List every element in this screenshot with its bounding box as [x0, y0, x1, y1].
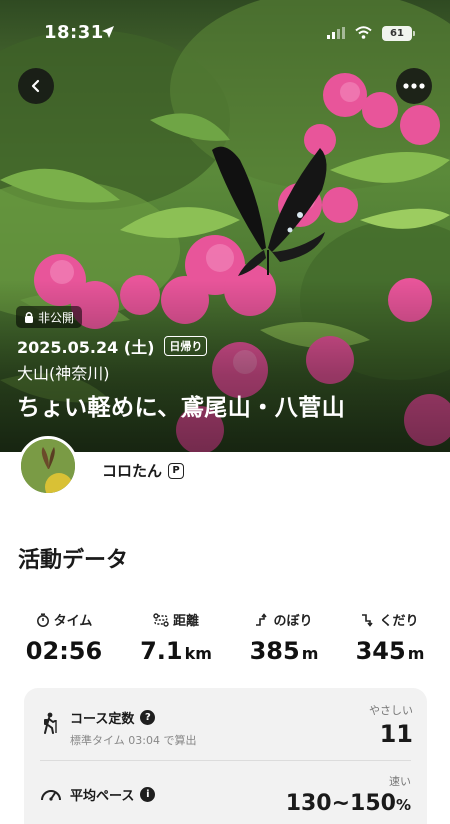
average-pace-value: 130~150	[285, 791, 396, 816]
avatar[interactable]	[18, 436, 78, 496]
average-pace-title: 平均ペース	[70, 789, 135, 804]
course-constant-value: 11	[379, 720, 413, 748]
wifi-icon	[355, 24, 372, 43]
hero-photo	[0, 0, 450, 452]
stat-value: 7.1	[140, 637, 183, 665]
status-bar: 18:31 61	[0, 0, 450, 66]
avatar-image	[21, 439, 75, 493]
stat-unit: m	[407, 644, 425, 663]
lock-icon	[25, 312, 33, 323]
section-title: 活動データ	[18, 548, 129, 573]
average-pace-row[interactable]: 平均ペース i 速い 130~150%	[40, 760, 411, 824]
stat-ascent: のぼり 385 m	[234, 610, 334, 665]
stopwatch-icon	[36, 612, 49, 627]
help-icon[interactable]: ?	[140, 710, 156, 725]
stat-label: くだり	[379, 614, 419, 629]
route-icon	[153, 612, 169, 627]
private-label: 非公開	[38, 310, 75, 325]
stat-unit: m	[301, 644, 319, 663]
stat-value: 385	[249, 637, 300, 665]
more-options-button[interactable]	[396, 68, 432, 104]
activity-date: 2025.05.24 (土)	[17, 338, 155, 357]
activity-title: ちょい軽めに、鳶尾山・八菅山	[17, 395, 346, 421]
pace-rating: 速い	[389, 775, 411, 788]
status-time: 18:31	[44, 22, 104, 43]
average-pace-unit: %	[395, 796, 411, 814]
stat-value: 02:56	[25, 637, 103, 665]
user-name: コロたん	[102, 462, 163, 480]
activity-date-row: 2025.05.24 (土) 日帰り	[17, 334, 208, 358]
user-name-row[interactable]: コロたん P	[102, 460, 185, 481]
location-arrow-icon	[101, 24, 115, 43]
back-button[interactable]	[18, 68, 54, 104]
ascent-icon	[256, 612, 268, 626]
stat-value: 345	[355, 637, 406, 665]
mountain-area[interactable]: 大山(神奈川)	[17, 360, 110, 384]
private-badge: 非公開	[16, 306, 83, 328]
stat-descent: くだり 345 m	[340, 610, 440, 665]
speedometer-icon	[40, 785, 62, 807]
more-dots-icon	[403, 83, 425, 89]
stat-distance: 距離 7.1 km	[126, 610, 226, 665]
stat-label: のぼり	[273, 614, 313, 629]
descent-icon	[362, 613, 374, 627]
stat-label: タイム	[53, 614, 93, 629]
activity-stats: タイム 02:56 距離 7.1 km のぼり 385 m くだり 345 m	[0, 610, 450, 670]
course-rating: やさしい	[369, 704, 413, 717]
info-icon[interactable]: i	[140, 787, 156, 802]
premium-badge: P	[168, 462, 185, 479]
average-pace-value-row: 130~150%	[286, 791, 411, 816]
stat-unit: km	[184, 644, 212, 663]
day-trip-badge: 日帰り	[164, 336, 208, 356]
course-constant-subtitle: 標準タイム 03:04 で算出	[70, 734, 197, 747]
course-stats-card: コース定数 ? 標準タイム 03:04 で算出 やさしい 11 平均ペース i …	[24, 688, 427, 824]
stat-label: 距離	[172, 614, 199, 629]
battery-icon: 61	[382, 26, 415, 41]
course-constant-row[interactable]: コース定数 ? 標準タイム 03:04 で算出 やさしい 11	[24, 688, 427, 760]
course-constant-title: コース定数	[70, 712, 135, 727]
stat-time: タイム 02:56	[14, 610, 114, 665]
back-arrow-icon	[31, 79, 40, 93]
cellular-signal-icon	[327, 24, 345, 43]
hiker-icon	[40, 712, 60, 738]
